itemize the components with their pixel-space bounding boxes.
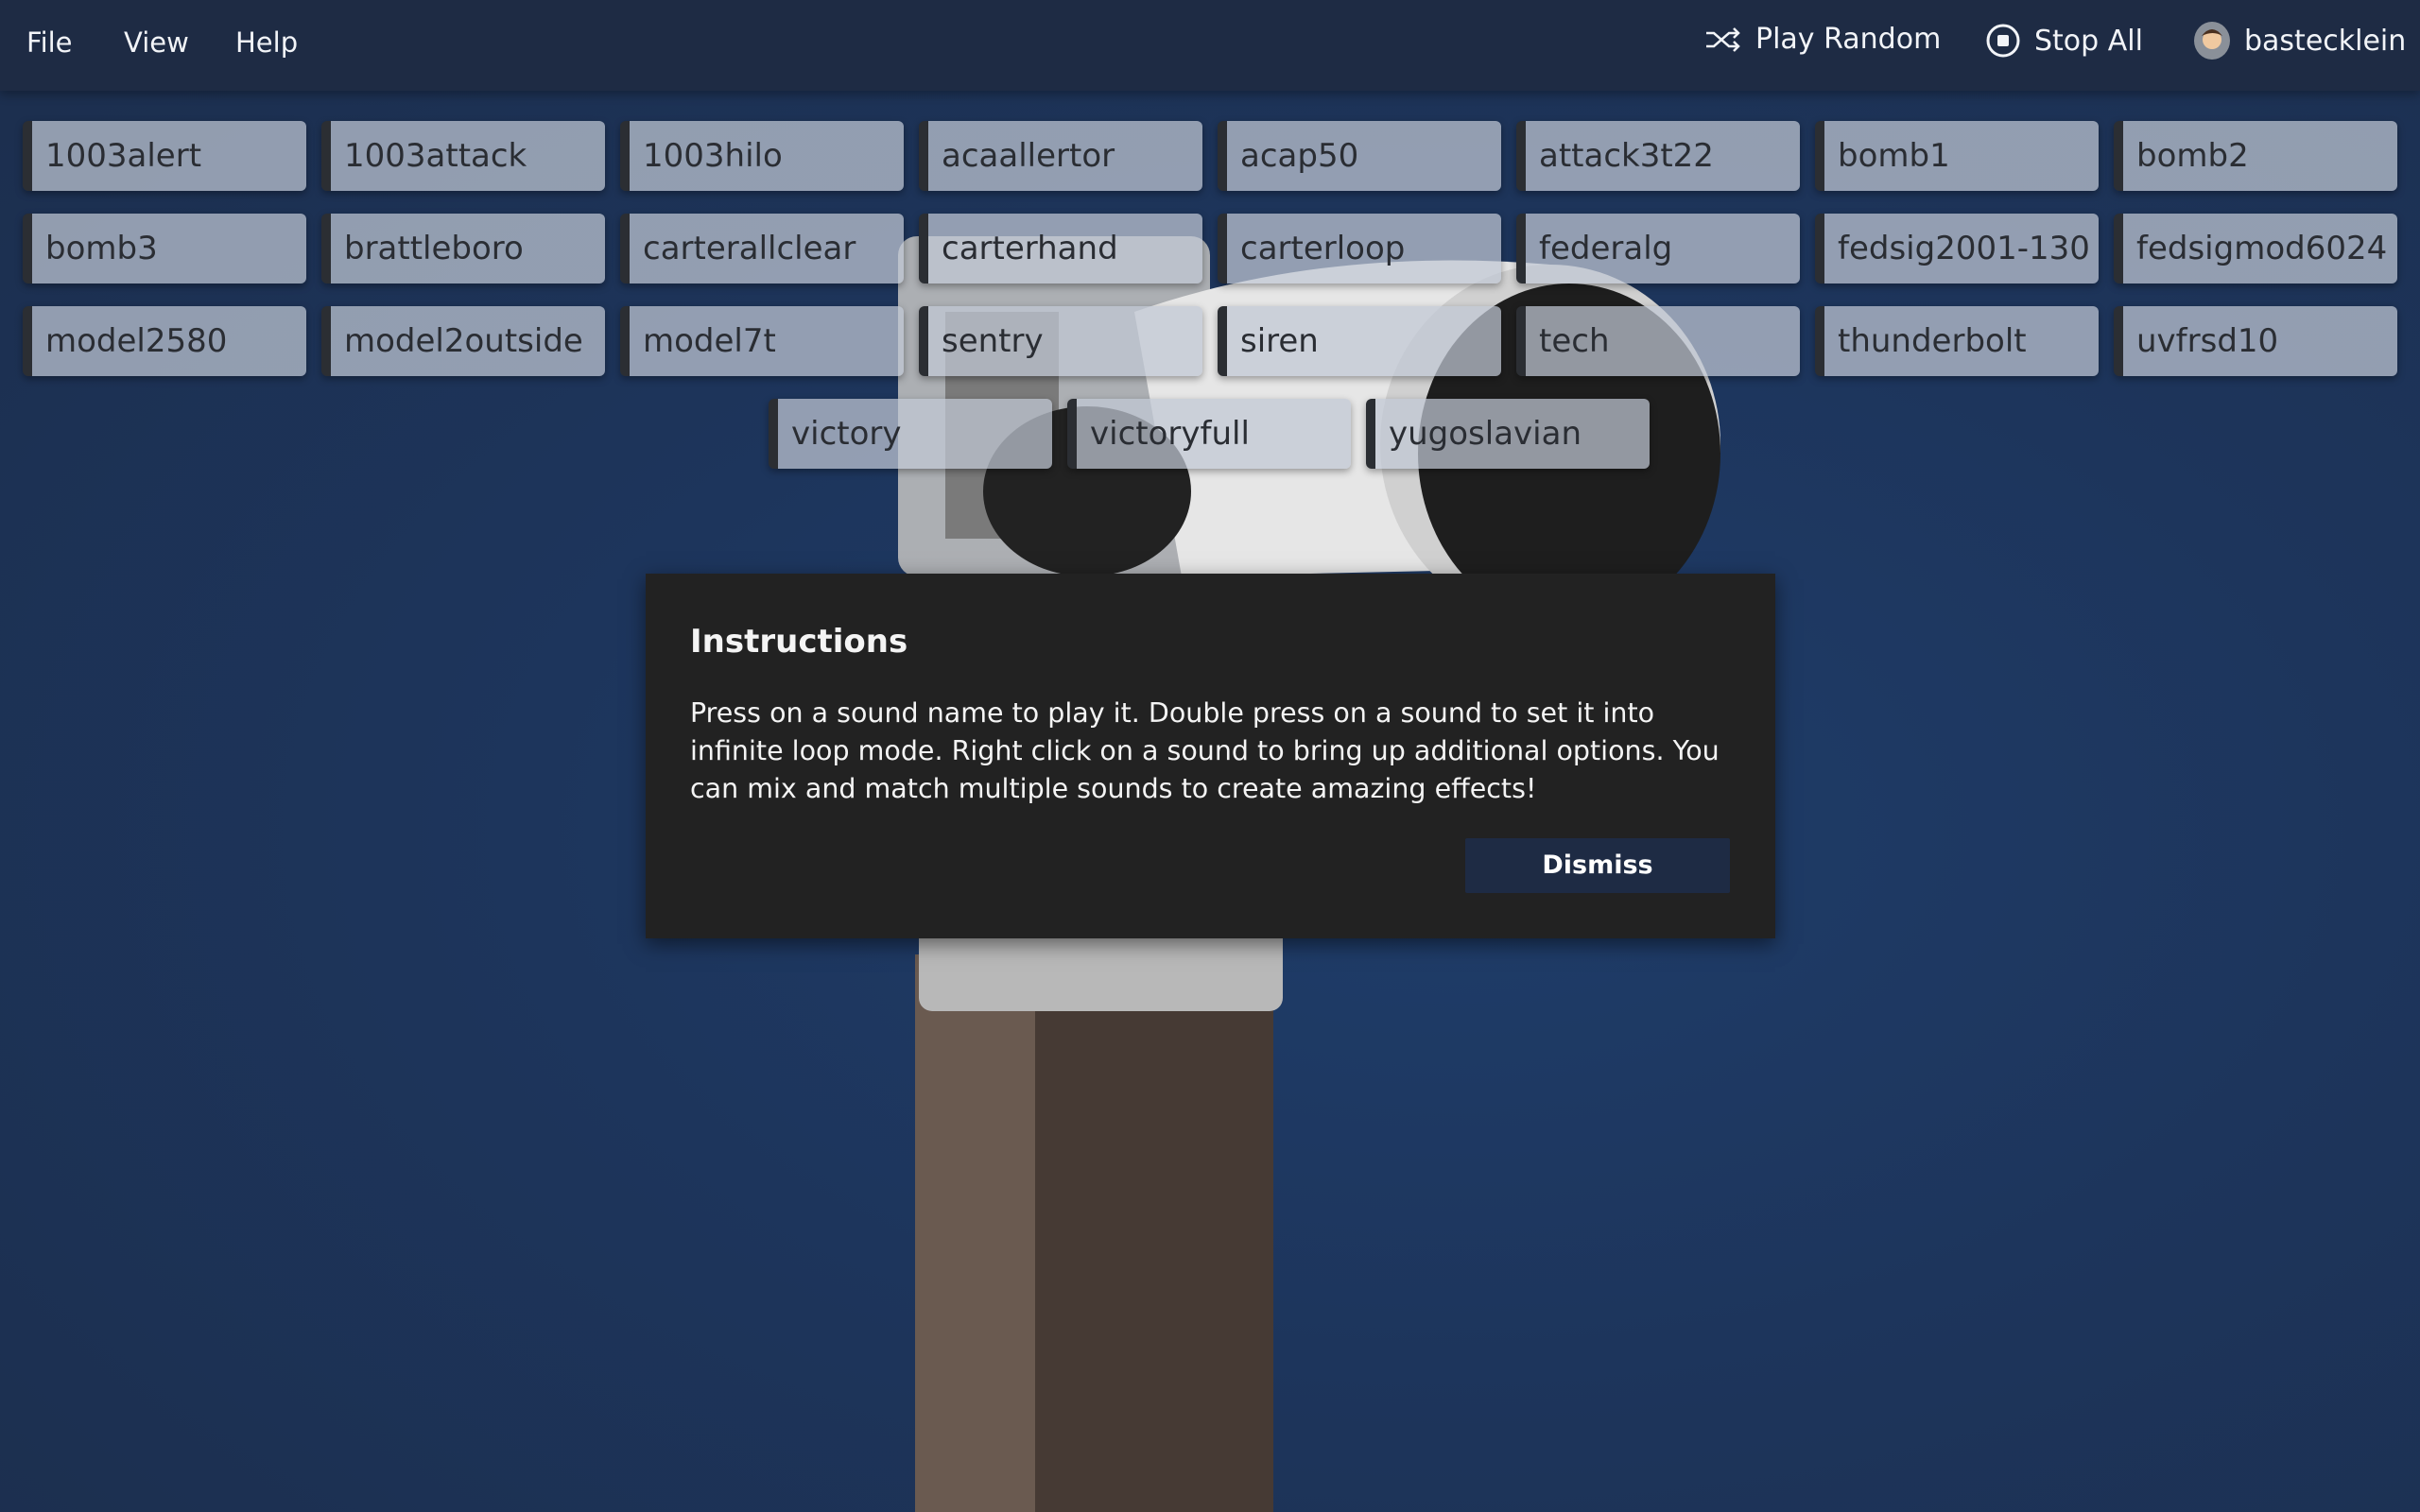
sound-button-fedsig2001-130[interactable]: fedsig2001-130 bbox=[1815, 214, 2099, 284]
play-random-button[interactable]: Play Random bbox=[1704, 23, 1941, 56]
stop-all-button[interactable]: Stop All bbox=[1985, 23, 2143, 59]
sound-button-acap50[interactable]: acap50 bbox=[1218, 121, 1501, 191]
menu-bar: File View Help Play Random Stop All bast… bbox=[0, 0, 2420, 91]
sound-button-attack3t22[interactable]: attack3t22 bbox=[1516, 121, 1800, 191]
sound-button-brattleboro[interactable]: brattleboro bbox=[321, 214, 605, 284]
sound-button-sentry[interactable]: sentry bbox=[919, 306, 1202, 376]
sound-button-model7t[interactable]: model7t bbox=[620, 306, 904, 376]
play-random-label: Play Random bbox=[1755, 23, 1942, 56]
instructions-dialog: Instructions Press on a sound name to pl… bbox=[646, 574, 1775, 938]
sound-button-carterallclear[interactable]: carterallclear bbox=[620, 214, 904, 284]
user-menu[interactable]: bastecklein bbox=[2193, 21, 2406, 60]
sound-button-acaallertor[interactable]: acaallertor bbox=[919, 121, 1202, 191]
menu-view[interactable]: View bbox=[124, 26, 189, 59]
sound-button-1003alert[interactable]: 1003alert bbox=[23, 121, 306, 191]
sound-button-tech[interactable]: tech bbox=[1516, 306, 1800, 376]
sound-button-thunderbolt[interactable]: thunderbolt bbox=[1815, 306, 2099, 376]
avatar bbox=[2194, 22, 2230, 60]
sound-button-yugoslavian[interactable]: yugoslavian bbox=[1366, 399, 1650, 469]
shuffle-icon bbox=[1706, 26, 1740, 52]
sound-button-victory[interactable]: victory bbox=[769, 399, 1052, 469]
menu-help[interactable]: Help bbox=[235, 26, 298, 59]
sound-button-federalg[interactable]: federalg bbox=[1516, 214, 1800, 284]
sound-button-model2580[interactable]: model2580 bbox=[23, 306, 306, 376]
sound-button-victoryfull[interactable]: victoryfull bbox=[1067, 399, 1351, 469]
sound-button-bomb2[interactable]: bomb2 bbox=[2114, 121, 2397, 191]
sound-button-bomb1[interactable]: bomb1 bbox=[1815, 121, 2099, 191]
stop-all-label: Stop All bbox=[2034, 24, 2143, 58]
sound-button-fedsigmod6024[interactable]: fedsigmod6024 bbox=[2114, 214, 2397, 284]
dismiss-button[interactable]: Dismiss bbox=[1465, 838, 1730, 893]
sound-button-carterhand[interactable]: carterhand bbox=[919, 214, 1202, 284]
sound-button-model2outside[interactable]: model2outside bbox=[321, 306, 605, 376]
sound-button-uvfrsd10[interactable]: uvfrsd10 bbox=[2114, 306, 2397, 376]
username: bastecklein bbox=[2244, 24, 2407, 58]
stop-circle-icon bbox=[1986, 24, 2020, 58]
sound-button-1003attack[interactable]: 1003attack bbox=[321, 121, 605, 191]
sound-button-bomb3[interactable]: bomb3 bbox=[23, 214, 306, 284]
sound-button-1003hilo[interactable]: 1003hilo bbox=[620, 121, 904, 191]
dialog-title: Instructions bbox=[690, 623, 908, 661]
sound-button-siren[interactable]: siren bbox=[1218, 306, 1501, 376]
sound-button-carterloop[interactable]: carterloop bbox=[1218, 214, 1501, 284]
menu-file[interactable]: File bbox=[26, 26, 73, 59]
dialog-body: Press on a sound name to play it. Double… bbox=[690, 697, 1720, 804]
